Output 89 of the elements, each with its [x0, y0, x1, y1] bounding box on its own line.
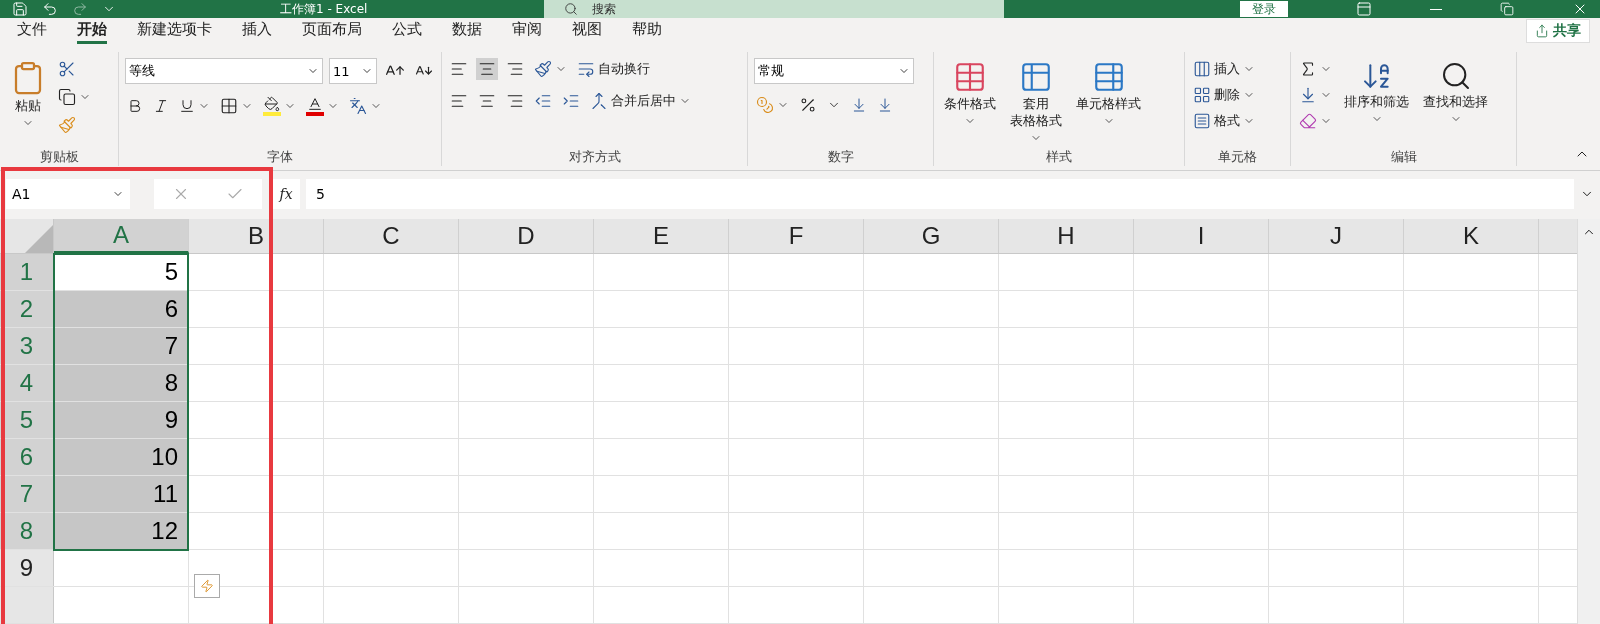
scissors-icon — [58, 60, 76, 79]
grid-icon — [1193, 86, 1211, 105]
bold-icon — [127, 98, 143, 115]
ribbon-tab[interactable]: 新建选项卡 — [137, 18, 212, 45]
sort-filter-button[interactable]: 排序和筛选 — [1340, 58, 1413, 148]
styles-button[interactable]: 条件格式 — [940, 58, 1000, 148]
cells-button[interactable]: 插入 — [1191, 58, 1257, 81]
table-cell: 9 — [54, 402, 188, 438]
table-cell: 6 — [54, 291, 188, 327]
search-icon — [564, 2, 578, 17]
styles-button[interactable]: 单元格样式 — [1072, 58, 1145, 148]
group-label: 单元格 — [1218, 148, 1257, 166]
paste-button[interactable]: 粘贴 — [6, 58, 50, 148]
group-label: 样式 — [1046, 148, 1072, 166]
color-bar — [306, 112, 324, 117]
underline-icon — [179, 98, 195, 115]
paintbrush-icon — [58, 116, 76, 135]
restore-icon — [1500, 2, 1514, 17]
search-field[interactable]: 搜索 — [544, 0, 1004, 19]
row-header[interactable]: 6 — [0, 439, 54, 475]
letter-icon — [307, 96, 323, 113]
table-cell: 10 — [54, 439, 188, 475]
table-cell: 7 — [54, 328, 188, 364]
share-button[interactable]: 共享 — [1526, 19, 1590, 44]
table-cell: 11 — [54, 476, 188, 512]
row-header[interactable]: 4 — [0, 365, 54, 401]
lightning-icon — [200, 579, 214, 593]
number-format-dropdown[interactable]: 常规 — [754, 58, 914, 85]
find-select-button[interactable]: 查找和选择 — [1419, 58, 1492, 148]
middle-align-button[interactable] — [476, 58, 498, 81]
row-header[interactable] — [0, 587, 54, 623]
table-cell: 12 — [54, 513, 188, 549]
row-header[interactable]: 9 — [0, 550, 54, 586]
phonetic-icon — [349, 97, 367, 116]
styles-button[interactable]: 套用表格格式 — [1006, 58, 1066, 148]
formula-input[interactable]: 5 — [306, 179, 1574, 209]
borders-icon — [220, 97, 238, 116]
grid-icon — [1193, 112, 1211, 131]
name-box[interactable]: A1 — [6, 179, 130, 209]
wrap-text-button[interactable]: 自动换行 — [575, 58, 652, 81]
group-label: 剪贴板 — [39, 148, 79, 166]
share-icon — [1535, 24, 1549, 39]
row-header[interactable]: 5 — [0, 402, 54, 438]
redo-icon — [72, 1, 88, 18]
ribbon-tab[interactable]: 公式 — [392, 18, 422, 45]
ribbon-tab[interactable]: 帮助 — [632, 18, 662, 45]
coins-icon — [756, 96, 774, 115]
scrollbar[interactable] — [1577, 219, 1600, 624]
row-header[interactable]: 8 — [0, 513, 54, 549]
font-size-dropdown[interactable]: 11 — [329, 58, 377, 85]
row-header[interactable]: 7 — [0, 476, 54, 512]
paint-bucket-icon — [264, 96, 280, 113]
percent-icon — [799, 96, 817, 115]
undo-icon — [42, 1, 58, 18]
group-label: 对齐方式 — [568, 148, 621, 166]
window-title: 工作簿1 - Excel — [280, 0, 369, 18]
column-header[interactable]: A — [54, 219, 189, 253]
ribbon-tab[interactable]: 审阅 — [512, 18, 542, 45]
ribbon-tab[interactable]: 数据 — [452, 18, 482, 45]
login-button[interactable]: 登录 — [1240, 1, 1288, 18]
ribbon-tab[interactable]: 视图 — [572, 18, 602, 45]
wrap-text-icon — [577, 60, 595, 79]
group-label: 编辑 — [1390, 148, 1417, 166]
eraser-icon — [1299, 112, 1317, 131]
grid-icon — [1193, 60, 1211, 79]
ribbon-tab[interactable]: 插入 — [242, 18, 272, 45]
save-icon — [12, 1, 28, 18]
merge-icon — [590, 92, 608, 111]
ribbon-display-icon — [1356, 1, 1372, 18]
row-header[interactable]: 2 — [0, 291, 54, 327]
fill-down-icon — [1299, 86, 1317, 105]
ribbon-tab[interactable]: 开始 — [77, 18, 107, 45]
copy-icon — [58, 88, 76, 107]
insert-function-button[interactable]: fx — [272, 179, 300, 209]
search-placeholder: 搜索 — [592, 0, 616, 18]
color-bar — [263, 112, 281, 117]
row-header[interactable]: 1 — [0, 254, 54, 290]
group-label: 字体 — [267, 148, 293, 166]
ribbon-tab[interactable]: 页面布局 — [302, 18, 362, 45]
cells-button[interactable]: 格式 — [1191, 110, 1257, 133]
font-name-dropdown[interactable]: 等线 — [125, 58, 323, 85]
minimize-icon[interactable] — [1430, 8, 1442, 10]
table-cell: 8 — [54, 365, 188, 401]
cells-button[interactable]: 删除 — [1191, 84, 1257, 107]
italic-icon — [153, 98, 169, 115]
group-label: 数字 — [827, 148, 854, 166]
row-header[interactable]: 3 — [0, 328, 54, 364]
merge-center-button[interactable]: 合并后居中 — [588, 90, 693, 113]
ribbon-tab[interactable]: 文件 — [17, 18, 47, 45]
